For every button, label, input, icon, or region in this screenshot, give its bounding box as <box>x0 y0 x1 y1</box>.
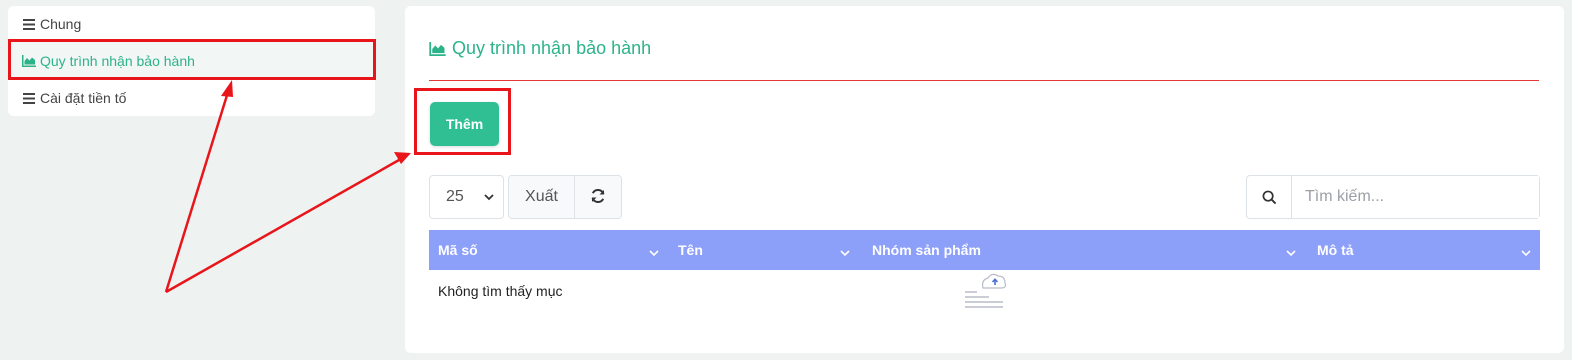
sidebar-item-prefix-settings[interactable]: Cài đặt tiền tố <box>8 80 375 116</box>
column-header-code[interactable]: Mã số <box>438 230 660 270</box>
sidebar-item-warranty-process[interactable]: Quy trình nhận bảo hành <box>8 42 375 80</box>
list-icon <box>22 17 36 31</box>
chevron-down-icon <box>648 245 660 261</box>
chevron-down-icon <box>839 245 851 261</box>
table-header: Mã số Tên Nhóm sản phẩm Mô tả <box>429 230 1540 270</box>
refresh-icon <box>590 188 606 207</box>
chevron-down-icon <box>483 190 495 208</box>
page-title: Quy trình nhận bảo hành <box>429 38 651 59</box>
column-header-name[interactable]: Tên <box>678 230 858 270</box>
search-icon[interactable] <box>1247 176 1292 218</box>
refresh-button[interactable] <box>575 176 621 218</box>
empty-cloud-icon <box>963 270 1009 317</box>
page-size-select[interactable]: 25 <box>429 175 504 219</box>
sidebar-item-general[interactable]: Chung <box>8 6 375 42</box>
chevron-down-icon <box>1285 245 1297 261</box>
area-chart-icon <box>22 54 36 68</box>
export-button[interactable]: Xuất <box>509 176 575 218</box>
column-header-product-group[interactable]: Nhóm sản phẩm <box>872 230 1306 270</box>
chevron-down-icon <box>1520 245 1532 261</box>
column-header-description[interactable]: Mô tả <box>1317 230 1532 270</box>
column-label: Nhóm sản phẩm <box>872 242 981 258</box>
table-tools-group: Xuất <box>508 175 622 219</box>
title-divider <box>429 80 1539 81</box>
empty-state-text: Không tìm thấy mục <box>438 283 563 299</box>
search-box <box>1246 175 1540 219</box>
settings-sidebar: Chung Quy trình nhận bảo hành Cài đặt ti… <box>8 6 375 116</box>
add-button[interactable]: Thêm <box>430 102 499 146</box>
sidebar-item-label: Chung <box>40 16 82 32</box>
main-panel: Quy trình nhận bảo hành Thêm 25 Xuất Tìm… <box>405 6 1564 353</box>
column-label: Tên <box>678 242 703 258</box>
search-input[interactable] <box>1292 176 1539 218</box>
area-chart-icon <box>429 41 446 56</box>
column-label: Mã số <box>438 242 478 258</box>
sidebar-item-label: Cài đặt tiền tố <box>40 90 127 106</box>
page-size-value: 25 <box>446 188 464 205</box>
list-icon <box>22 91 36 105</box>
page-title-text: Quy trình nhận bảo hành <box>452 38 652 58</box>
sidebar-item-label: Quy trình nhận bảo hành <box>40 53 195 69</box>
column-label: Mô tả <box>1317 242 1354 258</box>
